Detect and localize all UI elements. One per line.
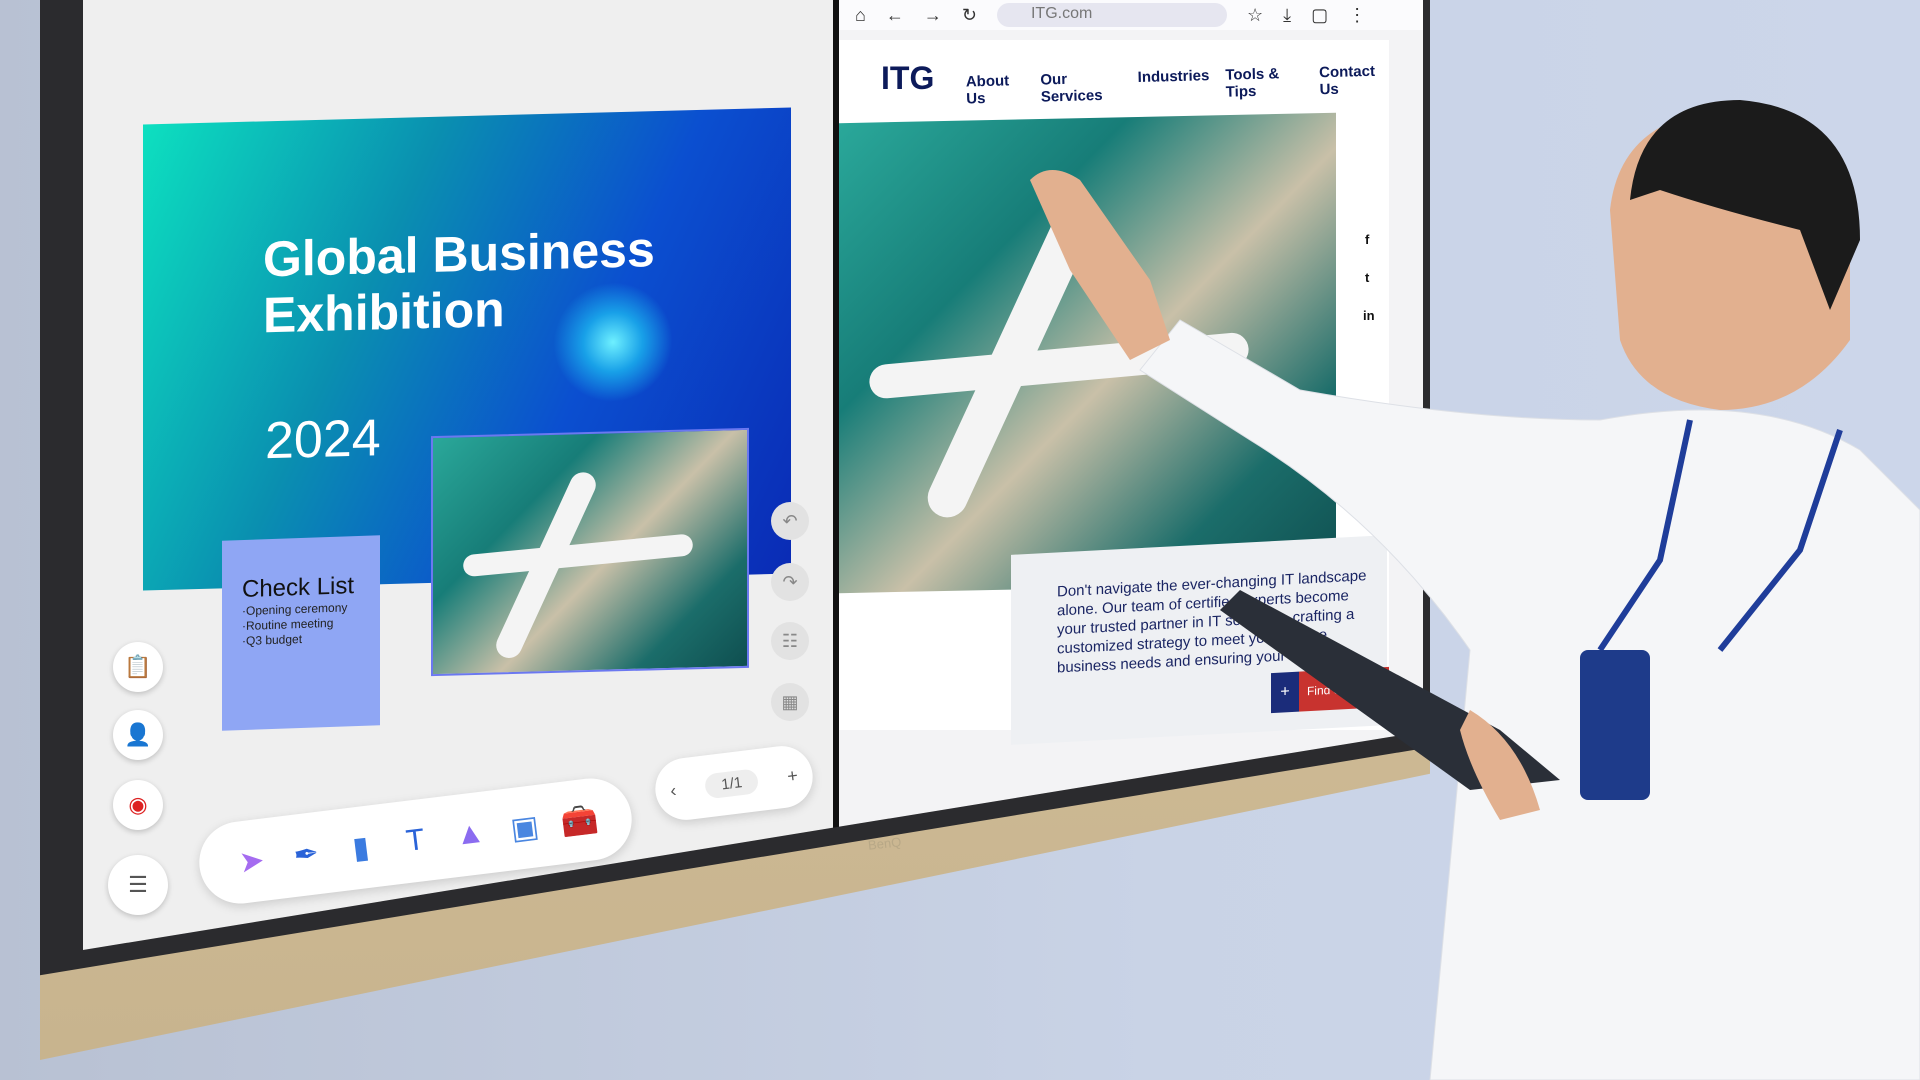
presenter-photo	[1030, 100, 1920, 1080]
slide-year: 2024	[265, 409, 381, 471]
text-icon[interactable]: T	[393, 817, 438, 866]
tabs-icon[interactable]: ▢	[1311, 5, 1328, 26]
pen-icon[interactable]: ✒	[284, 830, 329, 879]
image-icon[interactable]: ▣	[502, 803, 547, 852]
settings-panel-icon[interactable]: ☷	[771, 622, 809, 660]
add-page-button[interactable]: +	[786, 765, 799, 787]
add-user-icon[interactable]: 👤	[113, 710, 163, 760]
forward-icon[interactable]: →	[924, 5, 942, 26]
menu-icon[interactable]: ☰	[108, 855, 168, 915]
home-icon[interactable]: ⌂	[855, 5, 866, 26]
airplane-photo[interactable]	[431, 427, 749, 677]
clipboard-icon[interactable]: 📋	[113, 642, 163, 692]
redo-icon[interactable]: ↷	[771, 563, 809, 601]
toolbox-icon[interactable]: 🧰	[557, 797, 602, 846]
whiteboard-pane[interactable]: Global Business Exhibition 2024 Check Li…	[83, 0, 833, 950]
site-logo[interactable]: ITG	[881, 60, 934, 97]
lasso-select-icon[interactable]: ➤	[229, 837, 274, 886]
prev-page-button[interactable]: ‹	[669, 780, 678, 802]
download-icon[interactable]: ⤓	[1283, 5, 1291, 26]
page-indicator: 1/1	[703, 767, 760, 799]
browser-toolbar: ⌂ ← → ↻ ITG.com ☆ ⤓ ▢ ⋮	[839, 0, 1423, 30]
more-icon[interactable]: ⋮	[1348, 5, 1366, 26]
back-icon[interactable]: ←	[886, 5, 904, 26]
shapes-icon[interactable]: ▲	[448, 810, 493, 859]
eraser-icon[interactable]: ▮	[338, 823, 383, 872]
sticky-note[interactable]: Check List ·Opening ceremony ·Routine me…	[222, 535, 380, 731]
reload-icon[interactable]: ↻	[962, 5, 977, 26]
slide-title: Global Business Exhibition	[263, 221, 655, 344]
page-navigator: ‹ 1/1 +	[651, 742, 817, 824]
page-layout-icon[interactable]: ▦	[771, 683, 809, 721]
record-icon[interactable]: ◉	[113, 780, 163, 830]
address-bar[interactable]: ITG.com	[996, 3, 1227, 27]
undo-icon[interactable]: ↶	[771, 502, 809, 540]
bookmark-icon[interactable]: ☆	[1247, 5, 1263, 26]
